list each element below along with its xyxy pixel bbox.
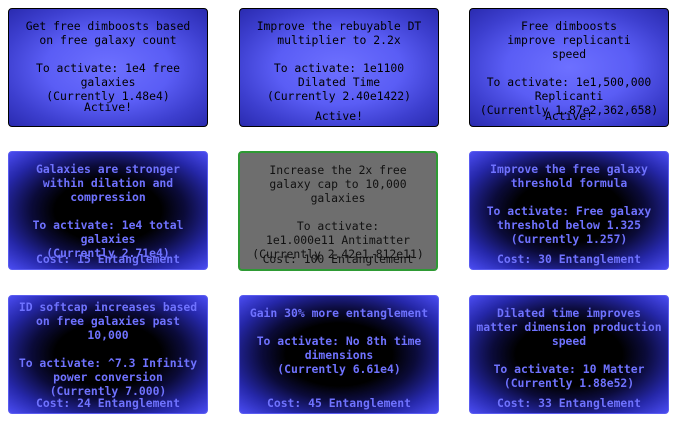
upgrade-card-id-softcap[interactable]: ID softcap increases based on free galax… xyxy=(8,295,208,414)
upgrade-requirement: To activate: 1e1100 Dilated Time xyxy=(273,61,405,89)
upgrade-card-dt-multiplier[interactable]: Improve the rebuyable DT multiplier to 2… xyxy=(239,8,439,127)
upgrade-description: Dilated time improves matter dimension p… xyxy=(476,306,662,348)
upgrade-card-matter-dimension-speed[interactable]: Dilated time improves matter dimension p… xyxy=(469,295,669,414)
upgrade-requirement: To activate: 1e1.000e11 Antimatter xyxy=(265,219,410,247)
upgrade-requirement: To activate: 1e4 free galaxies xyxy=(35,61,180,89)
upgrade-description: Improve the free galaxy threshold formul… xyxy=(490,162,648,190)
upgrade-cost: Cost: 45 Entanglement xyxy=(266,396,411,410)
upgrade-status: Active! xyxy=(314,109,363,123)
upgrade-status: Active! xyxy=(83,100,132,114)
upgrade-description: Improve the rebuyable DT multiplier to 2… xyxy=(256,19,422,47)
upgrade-current-value: (Currently 6.61e4) xyxy=(277,362,401,376)
upgrade-description: Increase the 2x free galaxy cap to 10,00… xyxy=(269,163,407,205)
upgrade-current-value: (Currently 1.257) xyxy=(510,232,628,246)
upgrade-cost: Cost: 100 Entanglement xyxy=(262,252,414,266)
upgrade-requirement: To activate: 10 Matter xyxy=(493,362,645,376)
upgrade-card-galaxy-threshold[interactable]: Improve the free galaxy threshold formul… xyxy=(469,151,669,270)
upgrade-description: Free dimboosts improve replicanti speed xyxy=(507,19,631,61)
upgrade-card-galaxy-cap[interactable]: Increase the 2x free galaxy cap to 10,00… xyxy=(238,151,438,271)
upgrade-card-more-entanglement[interactable]: Gain 30% more entanglement To activate: … xyxy=(239,295,439,414)
upgrade-card-free-dimboosts[interactable]: Get free dimboosts based on free galaxy … xyxy=(8,8,208,127)
upgrade-current-value: (Currently 1.88e52) xyxy=(503,376,635,390)
upgrade-current-value: (Currently 2.40e1422) xyxy=(266,89,411,103)
upgrade-cost: Cost: 33 Entanglement xyxy=(496,396,641,410)
upgrade-description: Get free dimboosts based on free galaxy … xyxy=(25,19,191,47)
upgrade-status: Active! xyxy=(544,109,593,123)
upgrade-description: Galaxies are stronger within dilation an… xyxy=(35,162,180,204)
upgrade-requirement: To activate: ^7.3 Infinity power convers… xyxy=(18,356,198,384)
upgrade-description: ID softcap increases based on free galax… xyxy=(18,300,198,342)
upgrade-cost: Cost: 30 Entanglement xyxy=(496,252,641,266)
upgrade-requirement: To activate: 1e1,500,000 Replicanti xyxy=(486,75,652,103)
upgrade-card-replicanti-speed[interactable]: Free dimboosts improve replicanti speed … xyxy=(469,8,669,127)
upgrade-description: Gain 30% more entanglement xyxy=(249,306,429,320)
upgrade-requirement: To activate: No 8th time dimensions xyxy=(256,334,422,362)
upgrade-requirement: To activate: 1e4 total galaxies xyxy=(32,218,184,246)
upgrade-cost: Cost: 15 Entanglement xyxy=(35,252,180,266)
upgrade-cost: Cost: 24 Entanglement xyxy=(35,396,180,410)
upgrade-requirement: To activate: Free galaxy threshold below… xyxy=(486,204,652,232)
upgrade-card-galaxies-stronger[interactable]: Galaxies are stronger within dilation an… xyxy=(8,151,208,270)
